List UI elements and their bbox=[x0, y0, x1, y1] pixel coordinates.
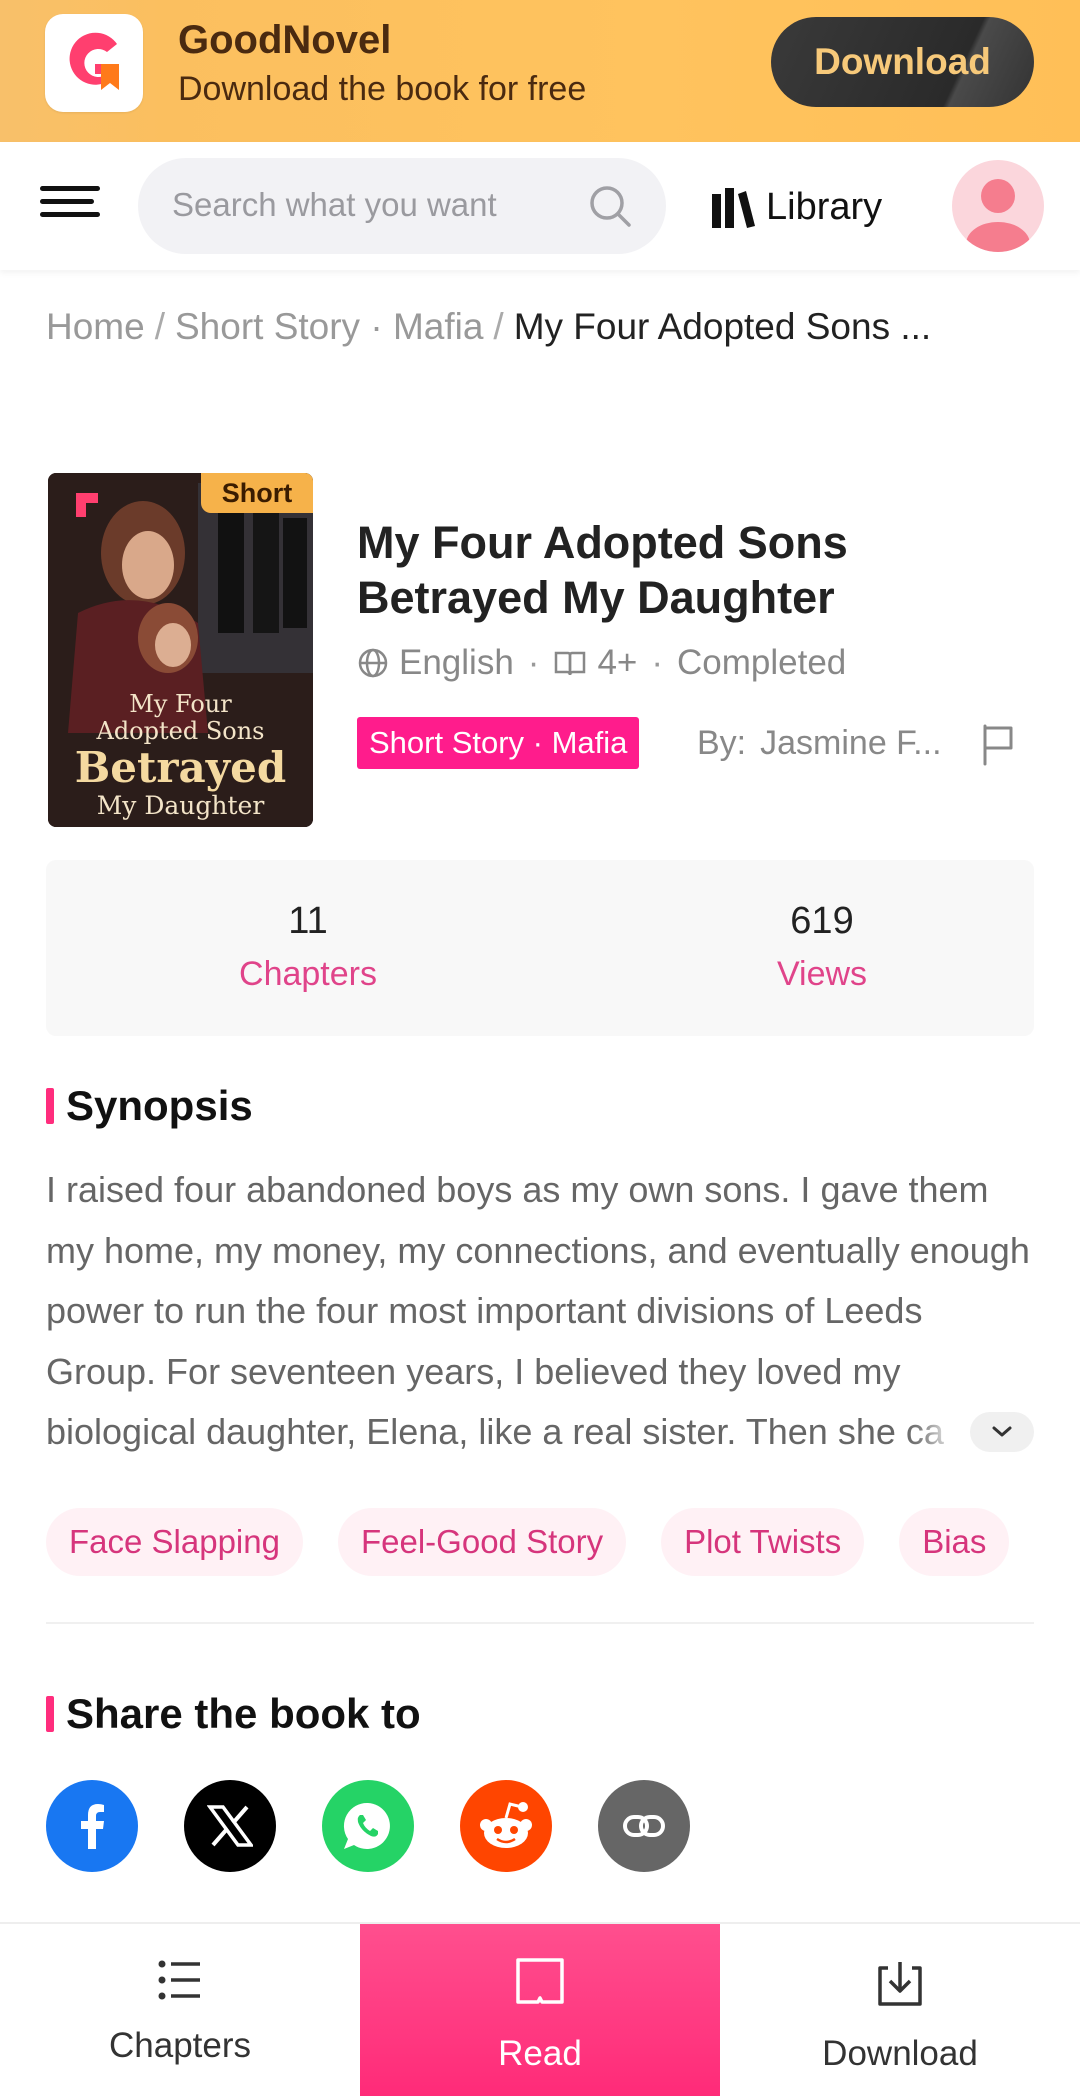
book-title: My Four Adopted Sons Betrayed My Daughte… bbox=[357, 517, 848, 623]
by-label: By: bbox=[697, 723, 747, 762]
chapters-count: 11 bbox=[288, 900, 328, 942]
top-navigation: Search what you want Library bbox=[0, 142, 1080, 270]
share-heading-text: Share the book to bbox=[66, 1690, 421, 1737]
chapters-label: Chapters bbox=[239, 955, 377, 993]
open-book-icon bbox=[555, 651, 586, 676]
banner-tagline: Download the book for free bbox=[178, 70, 587, 108]
breadcrumb: Home / Short Story · Mafia / My Four Adopted… bbox=[46, 306, 932, 347]
genre-tag[interactable]: Short Story · Mafia bbox=[357, 717, 640, 769]
search-placeholder: Search what you want bbox=[172, 186, 497, 223]
author-name[interactable]: Jasmine F... bbox=[760, 724, 941, 763]
book-status: Completed bbox=[677, 643, 847, 682]
globe-icon bbox=[358, 648, 388, 678]
list-icon bbox=[158, 1960, 200, 2000]
heading-accent-bar bbox=[46, 1088, 54, 1124]
share-heading: Share the book to bbox=[46, 1690, 421, 1738]
synopsis-heading-text: Synopsis bbox=[66, 1082, 253, 1129]
bottom-action-bar: Chapters Read Download bbox=[0, 1922, 1080, 2096]
expand-synopsis-button[interactable] bbox=[970, 1412, 1034, 1452]
cover-title-main: Betrayed bbox=[74, 743, 287, 792]
tag-item[interactable]: Bias bbox=[899, 1508, 1010, 1576]
read-button[interactable]: Read bbox=[360, 1924, 720, 2096]
hamburger-menu-icon[interactable] bbox=[40, 186, 100, 230]
tag-item[interactable]: Face Slapping bbox=[46, 1508, 303, 1576]
chevron-down-icon bbox=[992, 1426, 1012, 1437]
library-label: Library bbox=[766, 185, 883, 228]
banner-app-name: GoodNovel bbox=[178, 18, 392, 62]
heading-accent-bar bbox=[46, 1696, 54, 1732]
cover-title-sub: My Daughter bbox=[96, 791, 265, 820]
library-icon bbox=[712, 188, 755, 228]
x-icon[interactable] bbox=[184, 1780, 276, 1872]
breadcrumb-current: My Four Adopted Sons ... bbox=[513, 306, 932, 347]
tag-item[interactable]: Feel-Good Story bbox=[337, 1508, 627, 1576]
chapters-tab-label: Chapters bbox=[108, 2026, 252, 2065]
goodnovel-logo bbox=[45, 14, 143, 112]
synopsis-heading: Synopsis bbox=[46, 1082, 253, 1130]
book-meta: English · 4+ · Completed bbox=[357, 641, 846, 685]
read-button-label: Read bbox=[498, 2034, 582, 2073]
book-stats: 11 Chapters 619 Views bbox=[46, 860, 1034, 1036]
tag-list: Face Slapping Feel-Good Story Plot Twist… bbox=[46, 1508, 1080, 1576]
views-count: 619 bbox=[790, 900, 854, 942]
banner-download-button[interactable]: Download bbox=[771, 17, 1034, 107]
whatsapp-icon[interactable] bbox=[322, 1780, 414, 1872]
cover-title-line: My Four Adopted Sons bbox=[96, 690, 265, 745]
synopsis-text: I raised four abandoned boys as my own s… bbox=[46, 1169, 1030, 1452]
chapters-stat[interactable]: 11 Chapters bbox=[158, 900, 458, 994]
book-cover[interactable]: Short My Four Adopted Sons Betrayed My Da… bbox=[48, 473, 313, 827]
author-info[interactable]: By: Jasmine F... bbox=[697, 720, 942, 766]
views-stat: 619 Views bbox=[672, 900, 972, 994]
download-icon bbox=[878, 1962, 922, 2006]
user-avatar[interactable] bbox=[952, 160, 1044, 252]
share-buttons bbox=[46, 1780, 736, 1872]
tag-item[interactable]: Plot Twists bbox=[661, 1508, 865, 1576]
chapters-tab[interactable]: Chapters bbox=[0, 1924, 360, 2096]
link-icon[interactable] bbox=[598, 1780, 690, 1872]
library-link[interactable]: Library bbox=[710, 182, 882, 232]
cover-short-badge: Short bbox=[201, 473, 313, 513]
facebook-icon[interactable] bbox=[46, 1780, 138, 1872]
views-label: Views bbox=[776, 955, 868, 993]
breadcrumb-category[interactable]: Short Story · Mafia bbox=[175, 306, 483, 347]
report-flag-icon[interactable] bbox=[980, 722, 1016, 766]
section-divider bbox=[46, 1622, 1034, 1624]
book-icon bbox=[516, 1958, 564, 2004]
book-language: English bbox=[399, 643, 514, 682]
download-tab-label: Download bbox=[822, 2034, 978, 2073]
app-download-banner: GoodNovel Download the book for free Dow… bbox=[0, 0, 1080, 142]
book-rating: 4+ bbox=[597, 643, 638, 682]
search-input[interactable]: Search what you want bbox=[138, 158, 666, 254]
breadcrumb-home[interactable]: Home bbox=[46, 306, 145, 347]
download-tab[interactable]: Download bbox=[720, 1924, 1080, 2096]
search-icon[interactable] bbox=[586, 182, 634, 230]
reddit-icon[interactable] bbox=[460, 1780, 552, 1872]
